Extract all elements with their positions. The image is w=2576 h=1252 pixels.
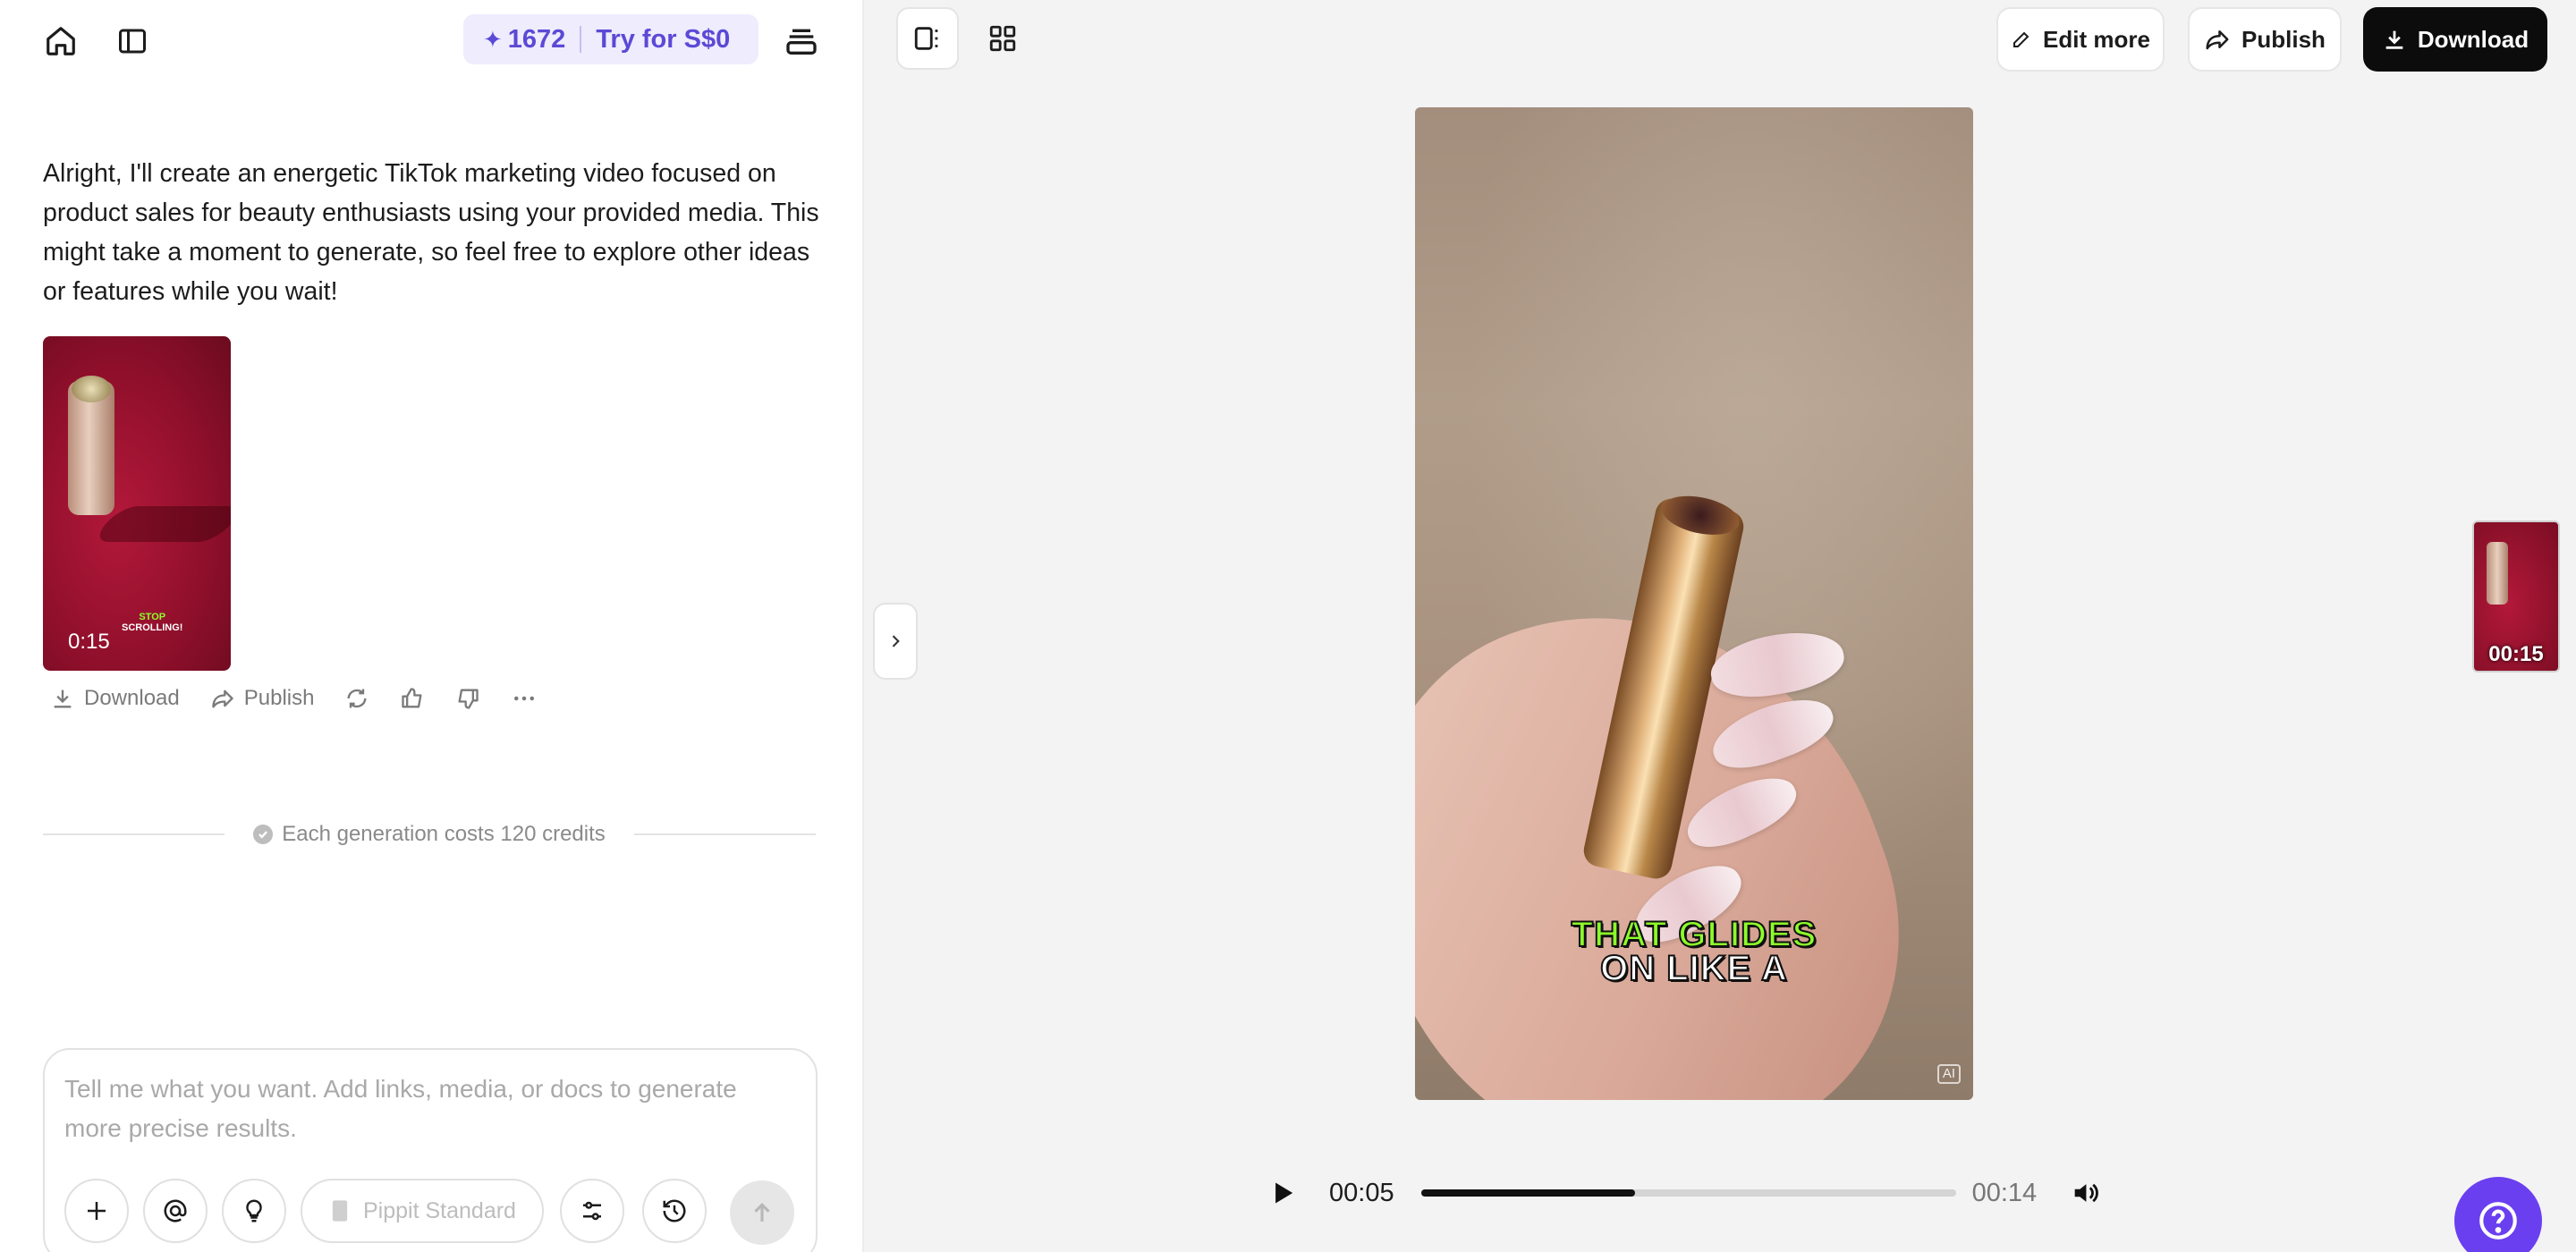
- plus-icon: [88, 1202, 106, 1220]
- refresh-icon: [347, 689, 367, 708]
- download-button[interactable]: Download: [2363, 7, 2547, 72]
- cost-note: Each generation costs 120 credits: [43, 821, 817, 848]
- chat-panel: ✦ 1672 Try for S$0 Alright, I'll create …: [0, 0, 864, 1252]
- history-button[interactable]: [642, 1179, 707, 1243]
- download-action-label: Download: [84, 686, 180, 710]
- home-icon: [47, 27, 75, 55]
- grid-icon: [989, 25, 1016, 52]
- progress-bar[interactable]: [1420, 1189, 1956, 1197]
- model-icon: [332, 1200, 348, 1222]
- video-caption: THAT GLIDES ON LIKE A: [1571, 915, 1818, 988]
- chevron-right-icon: [892, 635, 900, 647]
- thumbnail-duration: 0:15: [68, 630, 110, 654]
- download-label: Download: [2417, 25, 2529, 53]
- play-icon: [1275, 1182, 1293, 1204]
- share-icon: [2206, 30, 2229, 50]
- sliders-icon: [583, 1201, 601, 1221]
- thumbnail-caption: STOP SCROLLING!: [122, 612, 183, 633]
- download-action[interactable]: Download: [50, 686, 180, 711]
- pencil-icon: [2013, 31, 2029, 47]
- ai-badge: AI: [1936, 1064, 1961, 1084]
- help-icon: [2479, 1202, 2517, 1239]
- download-icon: [2385, 30, 2403, 49]
- progress-fill: [1420, 1189, 1635, 1197]
- divider: [43, 833, 225, 835]
- home-button[interactable]: [38, 18, 84, 64]
- credits-pill[interactable]: ✦ 1672 Try for S$0: [463, 14, 758, 64]
- at-icon: [164, 1199, 187, 1222]
- lightbulb-icon: [246, 1199, 262, 1222]
- more-icon: [514, 696, 535, 701]
- duration: 00:14: [1971, 1178, 2038, 1207]
- credits-count: 1672: [507, 24, 566, 54]
- sparkle-icon: ✦: [483, 25, 503, 53]
- check-icon: [253, 825, 274, 844]
- like-button[interactable]: [400, 686, 425, 711]
- add-attachment-button[interactable]: [64, 1179, 129, 1243]
- thumbs-down-icon: [458, 689, 479, 709]
- volume-icon: [2074, 1183, 2099, 1203]
- current-time: 00:05: [1329, 1178, 1394, 1207]
- video-preview[interactable]: THAT GLIDES ON LIKE A AI: [1415, 107, 1973, 1100]
- model-label: Pippit Standard: [363, 1197, 516, 1223]
- history-icon: [663, 1199, 686, 1222]
- panel-view-icon: [914, 27, 938, 50]
- publish-action[interactable]: Publish: [210, 686, 315, 711]
- download-icon: [54, 689, 72, 708]
- sidebar-toggle-icon: [119, 29, 146, 54]
- edit-more-label: Edit more: [2043, 25, 2150, 53]
- single-view-button[interactable]: [896, 7, 959, 70]
- video-player-controls: 00:05 00:14: [1261, 1168, 2120, 1218]
- prompt-input[interactable]: Tell me what you want. Add links, media,…: [64, 1070, 798, 1148]
- prompt-composer: Tell me what you want. Add links, media,…: [43, 1048, 818, 1252]
- settings-button[interactable]: [560, 1179, 624, 1243]
- expand-panel-button[interactable]: [873, 603, 918, 680]
- edit-more-button[interactable]: Edit more: [1996, 7, 2165, 72]
- thumbs-up-icon: [402, 688, 422, 708]
- arrow-up-icon: [754, 1203, 770, 1222]
- trial-link[interactable]: Try for S$0: [596, 25, 730, 55]
- stack-icon: [786, 29, 817, 55]
- dislike-button[interactable]: [455, 686, 480, 711]
- product-image: [68, 376, 114, 515]
- cost-note-text: Each generation costs 120 credits: [282, 822, 606, 846]
- divider: [633, 833, 817, 835]
- assistant-message: Alright, I'll create an energetic TikTok…: [43, 159, 819, 306]
- regenerate-button[interactable]: [344, 686, 369, 711]
- share-icon: [212, 689, 233, 708]
- timeline-thumbnail-duration: 00:15: [2488, 642, 2544, 666]
- model-selector[interactable]: Pippit Standard: [301, 1179, 544, 1243]
- sidebar-toggle-button[interactable]: [109, 18, 156, 64]
- product-image: [2487, 542, 2508, 605]
- help-button[interactable]: [2454, 1177, 2542, 1252]
- stack-button[interactable]: [778, 18, 825, 64]
- send-button[interactable]: [730, 1180, 794, 1245]
- publish-action-label: Publish: [243, 686, 315, 710]
- ideas-button[interactable]: [222, 1179, 286, 1243]
- timeline-thumbnail[interactable]: 00:15: [2472, 520, 2560, 673]
- more-options-button[interactable]: [511, 685, 538, 712]
- play-button[interactable]: [1261, 1171, 1306, 1215]
- divider: [580, 26, 582, 53]
- volume-button[interactable]: [2060, 1168, 2110, 1218]
- publish-label: Publish: [2241, 25, 2326, 53]
- mention-button[interactable]: [143, 1179, 208, 1243]
- publish-button[interactable]: Publish: [2188, 7, 2342, 72]
- grid-view-button[interactable]: [971, 7, 1034, 70]
- message-actions: Download Publish: [50, 681, 568, 715]
- video-thumbnail[interactable]: STOP SCROLLING! 0:15: [43, 336, 231, 671]
